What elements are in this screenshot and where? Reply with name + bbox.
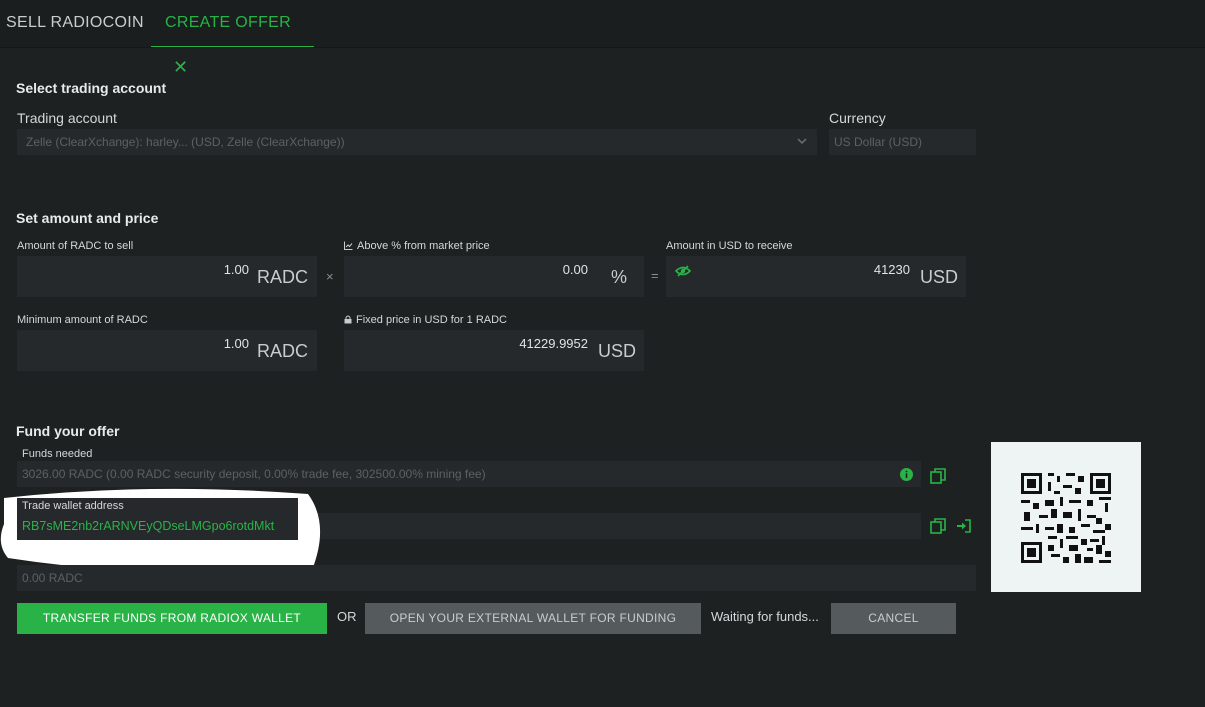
fixed-price-value: 41229.9952 <box>519 336 588 351</box>
chevron-down-icon <box>797 136 807 146</box>
above-market-label-wrap: Above % from market price <box>344 240 490 252</box>
qr-code-image <box>1021 473 1111 563</box>
amount-to-sell-label: Amount of RADC to sell <box>17 240 134 252</box>
section-title-amount-price: Set amount and price <box>16 210 159 226</box>
open-external-wallet-button[interactable]: OPEN YOUR EXTERNAL WALLET FOR FUNDING <box>365 603 701 634</box>
copy-icon[interactable] <box>930 468 946 484</box>
tab-sell-radiocoin[interactable]: SELL RADIOCOIN <box>6 0 144 47</box>
wallet-address-label: Trade wallet address <box>22 500 124 512</box>
balance-value: 0.00 RADC <box>22 571 83 585</box>
equals-symbol: = <box>651 268 659 283</box>
transfer-funds-button[interactable]: TRANSFER FUNDS FROM RADIOX WALLET <box>17 603 327 634</box>
above-market-input[interactable]: 0.00 % <box>344 256 644 297</box>
wallet-address-box: Trade wallet address RB7sME2nb2rARNVEyQD… <box>17 498 298 540</box>
min-amount-value: 1.00 <box>223 336 249 351</box>
tab-create-offer[interactable]: CREATE OFFER✕ <box>151 0 314 77</box>
times-symbol: × <box>326 269 334 284</box>
qr-code[interactable] <box>991 442 1141 592</box>
sign-in-icon[interactable] <box>956 519 971 533</box>
info-icon[interactable] <box>900 468 913 481</box>
waiting-status: Waiting for funds... <box>711 609 819 624</box>
above-market-unit: % <box>610 267 627 287</box>
lock-icon <box>344 315 352 324</box>
above-market-value: 0.00 <box>562 262 588 277</box>
receive-unit: USD <box>919 267 958 287</box>
receive-input[interactable]: 41230 USD <box>666 256 966 297</box>
receive-value: 41230 <box>873 262 910 277</box>
min-amount-label: Minimum amount of RADC <box>17 314 148 326</box>
eye-slash-icon[interactable] <box>675 265 691 277</box>
min-amount-input[interactable]: 1.00 RADC <box>17 330 317 371</box>
tab-bar: SELL RADIOCOIN CREATE OFFER✕ <box>0 0 1205 77</box>
min-amount-unit: RADC <box>256 341 308 361</box>
above-market-label: Above % from market price <box>357 240 490 252</box>
funds-needed-label: Funds needed <box>22 448 93 460</box>
close-icon[interactable]: ✕ <box>173 44 188 90</box>
chart-line-icon <box>344 241 353 250</box>
section-title-trading-account: Select trading account <box>16 80 167 96</box>
currency-field[interactable]: US Dollar (USD) <box>829 129 976 155</box>
amount-to-sell-unit: RADC <box>256 267 308 287</box>
amount-to-sell-value: 1.00 <box>223 262 249 277</box>
or-label: OR <box>337 609 357 624</box>
fixed-price-label: Fixed price in USD for 1 RADC <box>356 314 507 326</box>
funds-needed-value: 3026.00 RADC (0.00 RADC security deposit… <box>22 467 486 481</box>
tab-create-offer-label: CREATE OFFER <box>165 14 291 31</box>
trading-account-value: Zelle (ClearXchange): harley... (USD, Ze… <box>26 135 345 149</box>
wallet-address-value[interactable]: RB7sME2nb2rARNVEyQDseLMGpo6rotdMkt <box>22 519 274 533</box>
currency-value: US Dollar (USD) <box>834 135 923 149</box>
trading-account-select[interactable]: Zelle (ClearXchange): harley... (USD, Ze… <box>17 129 817 155</box>
fixed-price-label-wrap: Fixed price in USD for 1 RADC <box>344 314 507 326</box>
trading-account-label: Trading account <box>17 110 117 126</box>
amount-to-sell-input[interactable]: 1.00 RADC <box>17 256 317 297</box>
currency-label: Currency <box>829 110 886 126</box>
receive-label: Amount in USD to receive <box>666 240 793 252</box>
fixed-price-input[interactable]: 41229.9952 USD <box>344 330 644 371</box>
copy-address-icon[interactable] <box>930 518 946 534</box>
cancel-button[interactable]: CANCEL <box>831 603 956 634</box>
balance-field: 0.00 RADC <box>17 565 976 591</box>
section-title-fund-offer: Fund your offer <box>16 423 120 439</box>
fixed-price-unit: USD <box>597 341 636 361</box>
